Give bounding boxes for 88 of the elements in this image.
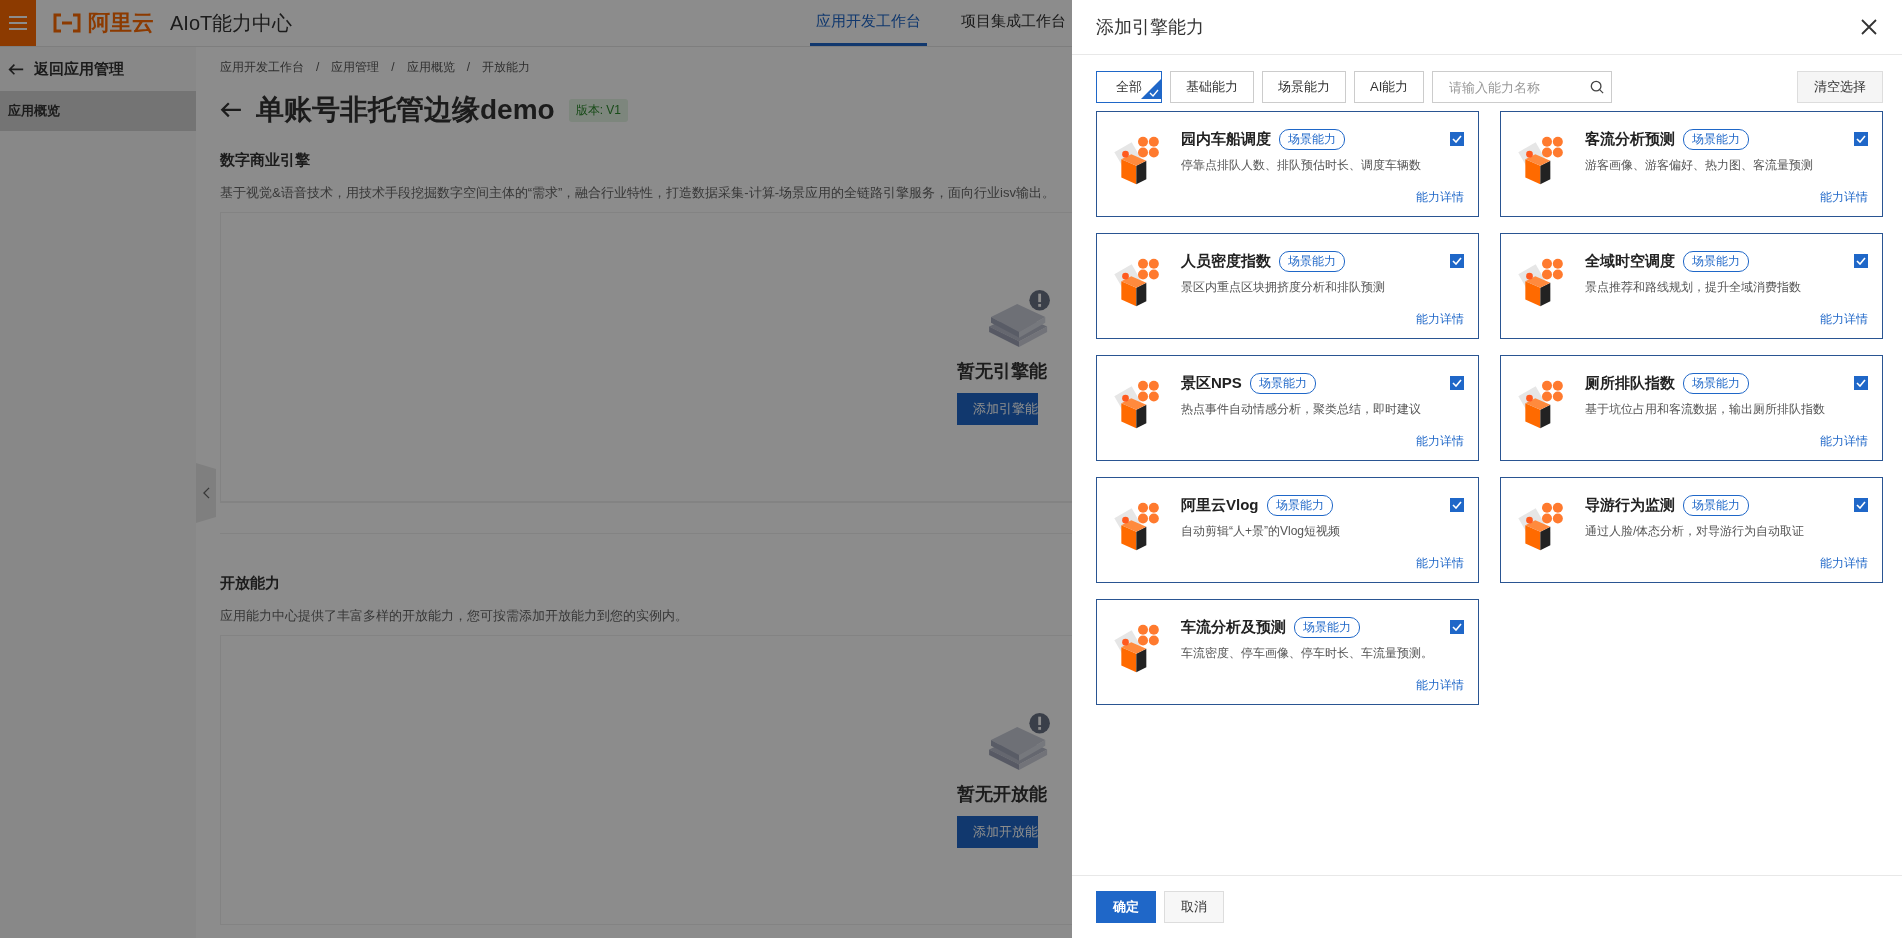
detail-link[interactable]: 能力详情	[1820, 433, 1868, 450]
brand-name: 阿里云	[88, 9, 154, 37]
checkbox[interactable]	[1450, 620, 1464, 634]
ability-name: 客流分析预测	[1585, 129, 1675, 149]
close-icon	[1860, 18, 1878, 36]
section-heading: 开放能力	[220, 574, 281, 593]
search-icon	[1590, 80, 1605, 94]
breadcrumb-item[interactable]: 应用开发工作台	[220, 58, 304, 76]
add-button[interactable]: 添加引擎能	[957, 393, 1038, 425]
ability-description: 游客画像、游客偏好、热力图、客流量预测	[1585, 157, 1814, 174]
detail-link[interactable]: 能力详情	[1820, 555, 1868, 572]
filter-tab[interactable]: 场景能力	[1262, 71, 1346, 103]
breadcrumb-item[interactable]: 应用管理	[331, 58, 380, 76]
close-button[interactable]	[1860, 18, 1878, 36]
ability-name: 阿里云Vlog	[1181, 495, 1259, 515]
drawer-title: 添加引擎能力	[1096, 16, 1204, 39]
breadcrumb-item[interactable]: 开放能力	[482, 58, 531, 76]
chevron-left-icon	[202, 487, 210, 499]
category-tag: 场景能力	[1683, 494, 1749, 516]
ability-description: 基于坑位占用和客流数据，输出厕所排队指数	[1585, 401, 1826, 418]
filter-tab[interactable]: 全部	[1096, 71, 1162, 103]
add-button[interactable]: 添加开放能	[957, 816, 1038, 848]
menu-icon	[9, 16, 27, 30]
category-tag: 场景能力	[1683, 250, 1749, 272]
document-stack-icon	[987, 712, 1053, 770]
ability-description: 景区内重点区块拥挤度分析和排队预测	[1181, 279, 1386, 296]
back-arrow-icon[interactable]	[220, 101, 242, 119]
category-tag: 场景能力	[1683, 372, 1749, 394]
breadcrumb-separator: /	[316, 60, 320, 74]
ability-description: 停靠点排队人数、排队预估时长、调度车辆数	[1181, 157, 1422, 174]
selected-corner-icon	[1141, 79, 1161, 99]
category-tag: 场景能力	[1279, 128, 1345, 150]
ability-name: 全域时空调度	[1585, 251, 1675, 271]
detail-link[interactable]: 能力详情	[1416, 433, 1464, 450]
back-arrow-icon[interactable]	[8, 62, 24, 76]
checkbox[interactable]	[1450, 498, 1464, 512]
clear-button[interactable]: 清空选择	[1797, 71, 1883, 103]
breadcrumb-separator: /	[466, 60, 471, 74]
category-tag: 场景能力	[1266, 494, 1333, 516]
checkbox[interactable]	[1854, 376, 1868, 390]
product-name: AIoT能力中心	[170, 10, 293, 36]
version-badge: 版本: V1	[568, 98, 629, 122]
nav-tab[interactable]: 项目集成工作台	[955, 0, 1072, 46]
section-description: 应用能力中心提供了丰富多样的开放能力，您可按需添加开放能力到您的实例内。	[220, 607, 689, 625]
empty-message: 暂无引擎能	[957, 360, 1047, 383]
ability-name: 景区NPS	[1181, 373, 1242, 393]
checkbox[interactable]	[1854, 132, 1868, 146]
page-title: 单账号非托管边缘demo	[256, 93, 555, 127]
sidebar-item[interactable]: 应用概览	[0, 91, 196, 131]
checkbox[interactable]	[1450, 254, 1464, 268]
ability-name: 车流分析及预测	[1181, 617, 1286, 637]
empty-message: 暂无开放能	[957, 783, 1047, 806]
detail-link[interactable]: 能力详情	[1416, 311, 1464, 328]
ability-description: 车流密度、停车画像、停车时长、车流量预测。	[1181, 645, 1434, 662]
logo-icon	[52, 13, 82, 33]
checkbox[interactable]	[1854, 254, 1868, 268]
detail-link[interactable]: 能力详情	[1416, 677, 1464, 694]
detail-link[interactable]: 能力详情	[1416, 189, 1464, 206]
ability-name: 园内车船调度	[1181, 129, 1271, 149]
ability-name: 人员密度指数	[1181, 251, 1271, 271]
ability-description: 景点推荐和路线规划，提升全域消费指数	[1585, 279, 1802, 296]
category-tag: 场景能力	[1294, 616, 1360, 638]
breadcrumb-item[interactable]: 应用概览	[406, 58, 455, 76]
section-description: 基于视觉&语音技术，用技术手段挖掘数字空间主体的“需求”，融合行业特性，打造数据采集-计算-场景应用的全链路引擎服务，面向行业isv输出。	[220, 184, 1056, 202]
category-tag: 场景能力	[1683, 128, 1749, 150]
category-tag: 场景能力	[1249, 372, 1316, 394]
checkbox[interactable]	[1854, 498, 1868, 512]
section-heading: 数字商业引擎	[220, 151, 311, 170]
ability-name: 导游行为监测	[1585, 495, 1675, 515]
document-stack-icon	[987, 289, 1053, 347]
ability-description: 通过人脸/体态分析，对导游行为自动取证	[1585, 523, 1806, 540]
ability-description: 自动剪辑“人+景”的Vlog短视频	[1181, 523, 1342, 540]
detail-link[interactable]: 能力详情	[1820, 311, 1868, 328]
checkbox[interactable]	[1450, 132, 1464, 146]
filter-tab[interactable]: AI能力	[1354, 71, 1425, 103]
category-tag: 场景能力	[1279, 250, 1345, 272]
detail-link[interactable]: 能力详情	[1820, 189, 1868, 206]
back-link[interactable]: 返回应用管理	[34, 59, 124, 79]
cancel-button[interactable]: 取消	[1164, 891, 1224, 923]
detail-link[interactable]: 能力详情	[1416, 555, 1464, 572]
ability-name: 厕所排队指数	[1585, 373, 1675, 393]
breadcrumb-separator: /	[391, 60, 395, 74]
collapse-handle[interactable]	[196, 463, 216, 523]
ability-description: 热点事件自动情感分析，聚类总结，即时建议	[1181, 401, 1422, 418]
confirm-button[interactable]: 确定	[1096, 891, 1156, 923]
filter-tab[interactable]: 基础能力	[1170, 71, 1254, 103]
search-field[interactable]: 请输入能力名称	[1432, 71, 1613, 103]
checkbox[interactable]	[1450, 376, 1464, 390]
